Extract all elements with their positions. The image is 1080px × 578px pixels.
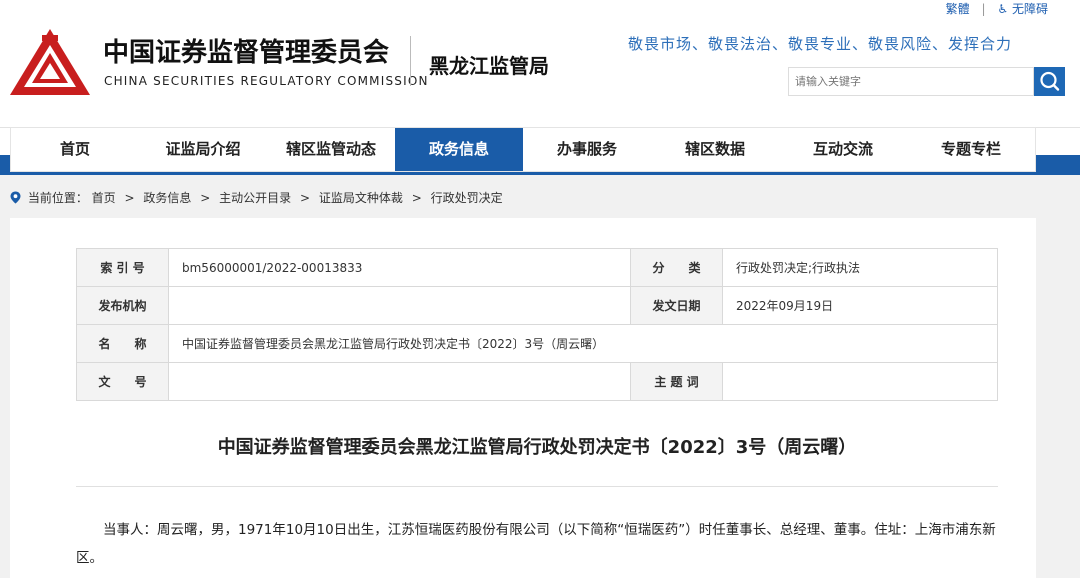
csrc-logo-icon — [10, 29, 90, 95]
issue-date-value: 2022年09月19日 — [722, 286, 998, 325]
doc-name-value: 中国证券监督管理委员会黑龙江监管局行政处罚决定书〔2022〕3号（周云曙） — [168, 324, 998, 363]
breadcrumb-separator: > — [411, 191, 422, 205]
breadcrumb-prefix: 当前位置： — [27, 191, 88, 205]
doc-number-value — [168, 362, 631, 401]
org-name-en: CHINA SECURITIES REGULATORY COMMISSION — [104, 74, 429, 88]
nav-item-government-info[interactable]: 政务信息 — [395, 128, 523, 171]
nav-item-data[interactable]: 辖区数据 — [651, 128, 779, 171]
traditional-chinese-link[interactable]: 繁體 — [946, 0, 970, 17]
site-header: 中国证券监督管理委员会 CHINA SECURITIES REGULATORY … — [0, 0, 1080, 127]
accessibility-link[interactable]: 无障碍 — [1012, 0, 1048, 17]
nav-item-regulation-news[interactable]: 辖区监管动态 — [267, 128, 395, 171]
nav-item-services[interactable]: 办事服务 — [523, 128, 651, 171]
document-paragraph: 当事人：周云曙，男，1971年10月10日出生，江苏恒瑞医药股份有限公司（以下简… — [76, 522, 996, 566]
nav-item-home[interactable]: 首页 — [11, 128, 139, 171]
doc-number-label: 文 号 — [76, 362, 169, 401]
nav-item-interaction[interactable]: 互动交流 — [779, 128, 907, 171]
search-input[interactable] — [789, 68, 1031, 95]
org-name-cn: 中国证券监督管理委员会 — [103, 38, 390, 68]
slogan: 敬畏市场、敬畏法治、敬畏专业、敬畏风险、发挥合力 — [628, 35, 1013, 53]
accessibility-icon[interactable]: ♿ — [997, 2, 1008, 16]
issue-date-label: 发文日期 — [630, 286, 723, 325]
publisher-label: 发布机构 — [76, 286, 169, 325]
search-box — [788, 67, 1034, 96]
link-separator: | — [981, 2, 986, 16]
header-divider — [410, 36, 411, 86]
document-title: 中国证券监督管理委员会黑龙江监管局行政处罚决定书〔2022〕3号（周云曙） — [217, 437, 857, 458]
table-row: 名 称 中国证券监督管理委员会黑龙江监管局行政处罚决定书〔2022〕3号（周云曙… — [76, 324, 998, 363]
index-number-value: bm56000001/2022-00013833 — [168, 248, 631, 287]
title-divider — [76, 486, 998, 487]
top-links: 繁體 | ♿ 无障碍 — [946, 0, 1048, 17]
table-row: 文 号 主 题 词 — [76, 362, 998, 401]
bureau-name: 黑龙江监管局 — [429, 54, 549, 78]
publisher-value — [168, 286, 631, 325]
nav-item-about[interactable]: 证监局介绍 — [139, 128, 267, 171]
breadcrumb-separator: > — [124, 191, 135, 205]
search-button[interactable] — [1034, 67, 1065, 96]
breadcrumb-home[interactable]: 首页 — [92, 189, 116, 206]
table-row: 索 引 号 bm56000001/2022-00013833 分 类 行政处罚决… — [76, 248, 998, 287]
breadcrumb-separator: > — [299, 191, 311, 205]
subject-terms-value — [722, 362, 998, 401]
breadcrumb-government-info[interactable]: 政务信息 — [143, 189, 191, 206]
main-nav: 首页 证监局介绍 辖区监管动态 政务信息 办事服务 辖区数据 互动交流 专题专栏 — [10, 127, 1036, 172]
category-value: 行政处罚决定;行政执法 — [722, 248, 998, 287]
breadcrumb-separator: > — [200, 191, 211, 205]
doc-name-label: 名 称 — [76, 324, 169, 363]
nav-item-topics[interactable]: 专题专栏 — [907, 128, 1035, 171]
index-number-label: 索 引 号 — [76, 248, 169, 287]
table-row: 发布机构 发文日期 2022年09月19日 — [76, 286, 998, 325]
category-label: 分 类 — [630, 248, 723, 287]
breadcrumb: 当前位置： 首页 > 政务信息 > 主动公开目录 > 证监局文种体裁 > 行政处… — [10, 189, 503, 206]
search-icon — [1040, 71, 1060, 91]
breadcrumb-document-type[interactable]: 证监局文种体裁 — [319, 189, 403, 206]
breadcrumb-public-catalog[interactable]: 主动公开目录 — [219, 189, 291, 206]
location-pin-icon — [10, 191, 21, 204]
breadcrumb-current[interactable]: 行政处罚决定 — [431, 189, 503, 206]
document-meta-table: 索 引 号 bm56000001/2022-00013833 分 类 行政处罚决… — [76, 248, 998, 401]
subject-terms-label: 主 题 词 — [630, 362, 723, 401]
